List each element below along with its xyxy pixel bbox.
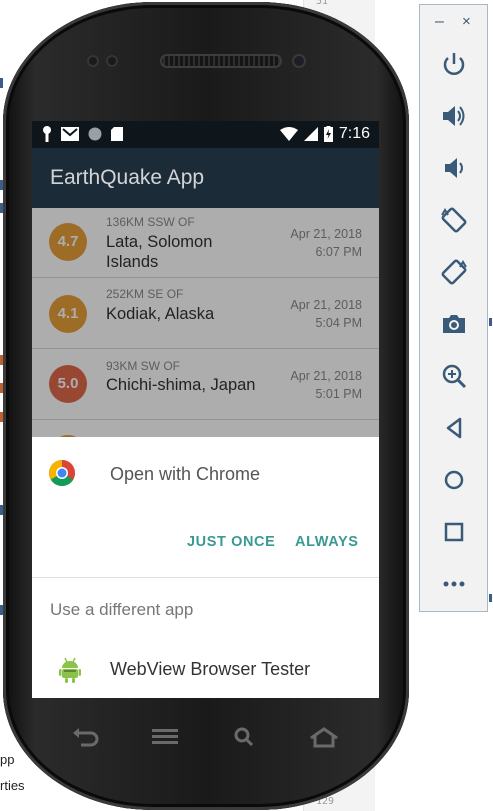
hardware-home-key[interactable] — [307, 726, 341, 748]
app-bar: EarthQuake App — [32, 148, 379, 208]
rotate-left-icon — [441, 207, 467, 233]
device-screen: 7:16 EarthQuake App 4.7 136KM SSW OF Lat… — [32, 121, 379, 698]
sensor — [87, 55, 99, 67]
divider — [32, 577, 379, 578]
rotate-right-icon — [441, 259, 467, 285]
home-button[interactable] — [439, 465, 469, 495]
more-button[interactable] — [439, 569, 469, 599]
front-camera — [292, 54, 306, 68]
minimize-button[interactable]: – — [435, 13, 444, 31]
app-title: EarthQuake App — [50, 166, 205, 189]
overview-button[interactable] — [439, 517, 469, 547]
back-arrow-icon — [73, 728, 99, 747]
sd-card-icon — [111, 127, 123, 141]
rotate-left-button[interactable] — [439, 205, 469, 235]
ide-text-fragment: rties — [0, 778, 25, 793]
ide-right-edge — [488, 0, 493, 811]
use-different-app-label: Use a different app — [50, 600, 194, 619]
signal-icon — [303, 127, 318, 141]
chrome-icon — [49, 460, 75, 486]
key-icon — [43, 126, 51, 142]
app-chooser-sheet: Open with Chrome JUST ONCE ALWAYS Use a … — [32, 437, 379, 698]
status-time: 7:16 — [338, 125, 370, 142]
status-bar: 7:16 — [32, 121, 379, 148]
open-with-label: Open with Chrome — [110, 464, 261, 484]
line-number: 51 — [316, 0, 329, 7]
sensor — [106, 55, 118, 67]
search-icon — [234, 727, 254, 747]
volume-up-icon — [443, 106, 465, 126]
hardware-search-key[interactable] — [228, 726, 262, 748]
home-icon — [310, 727, 338, 748]
power-icon — [443, 53, 465, 75]
android-icon — [59, 657, 81, 683]
zoom-icon — [442, 364, 467, 389]
screenshot-button[interactable] — [439, 309, 469, 339]
ide-text-fragment: pp — [0, 752, 15, 767]
camera-icon — [443, 315, 465, 333]
gmail-icon — [61, 127, 79, 141]
back-icon — [446, 417, 462, 439]
volume-up-button[interactable] — [439, 101, 469, 131]
overview-icon — [444, 522, 464, 542]
back-button[interactable] — [439, 413, 469, 443]
chrome-option[interactable]: Open with Chrome — [32, 437, 379, 507]
home-circle-icon — [444, 470, 464, 490]
power-button[interactable] — [439, 49, 469, 79]
ide-marker — [0, 78, 3, 88]
menu-lines-icon — [152, 729, 178, 744]
desktop: pp rties 51 129 7:16 EarthQuake App 4.7 … — [0, 0, 493, 811]
earpiece-speaker — [160, 54, 282, 68]
zoom-button[interactable] — [439, 361, 469, 391]
webview-label: WebView Browser Tester — [110, 659, 311, 679]
battery-charging-icon — [323, 126, 333, 142]
emulator-toolbar: – × — [419, 4, 488, 612]
hardware-back-key[interactable] — [69, 726, 103, 748]
volume-down-button[interactable] — [439, 153, 469, 183]
sync-circle-icon — [88, 127, 102, 141]
more-icon — [443, 581, 465, 587]
always-button[interactable]: ALWAYS — [295, 534, 359, 550]
close-button[interactable]: × — [462, 13, 471, 30]
wifi-icon — [279, 127, 298, 141]
ide-marker — [489, 594, 492, 602]
hardware-menu-key[interactable] — [148, 726, 182, 748]
webview-option[interactable]: WebView Browser Tester — [32, 637, 379, 698]
volume-down-icon — [445, 158, 463, 178]
ide-marker — [489, 318, 492, 326]
just-once-button[interactable]: JUST ONCE — [187, 534, 275, 550]
rotate-right-button[interactable] — [439, 257, 469, 287]
